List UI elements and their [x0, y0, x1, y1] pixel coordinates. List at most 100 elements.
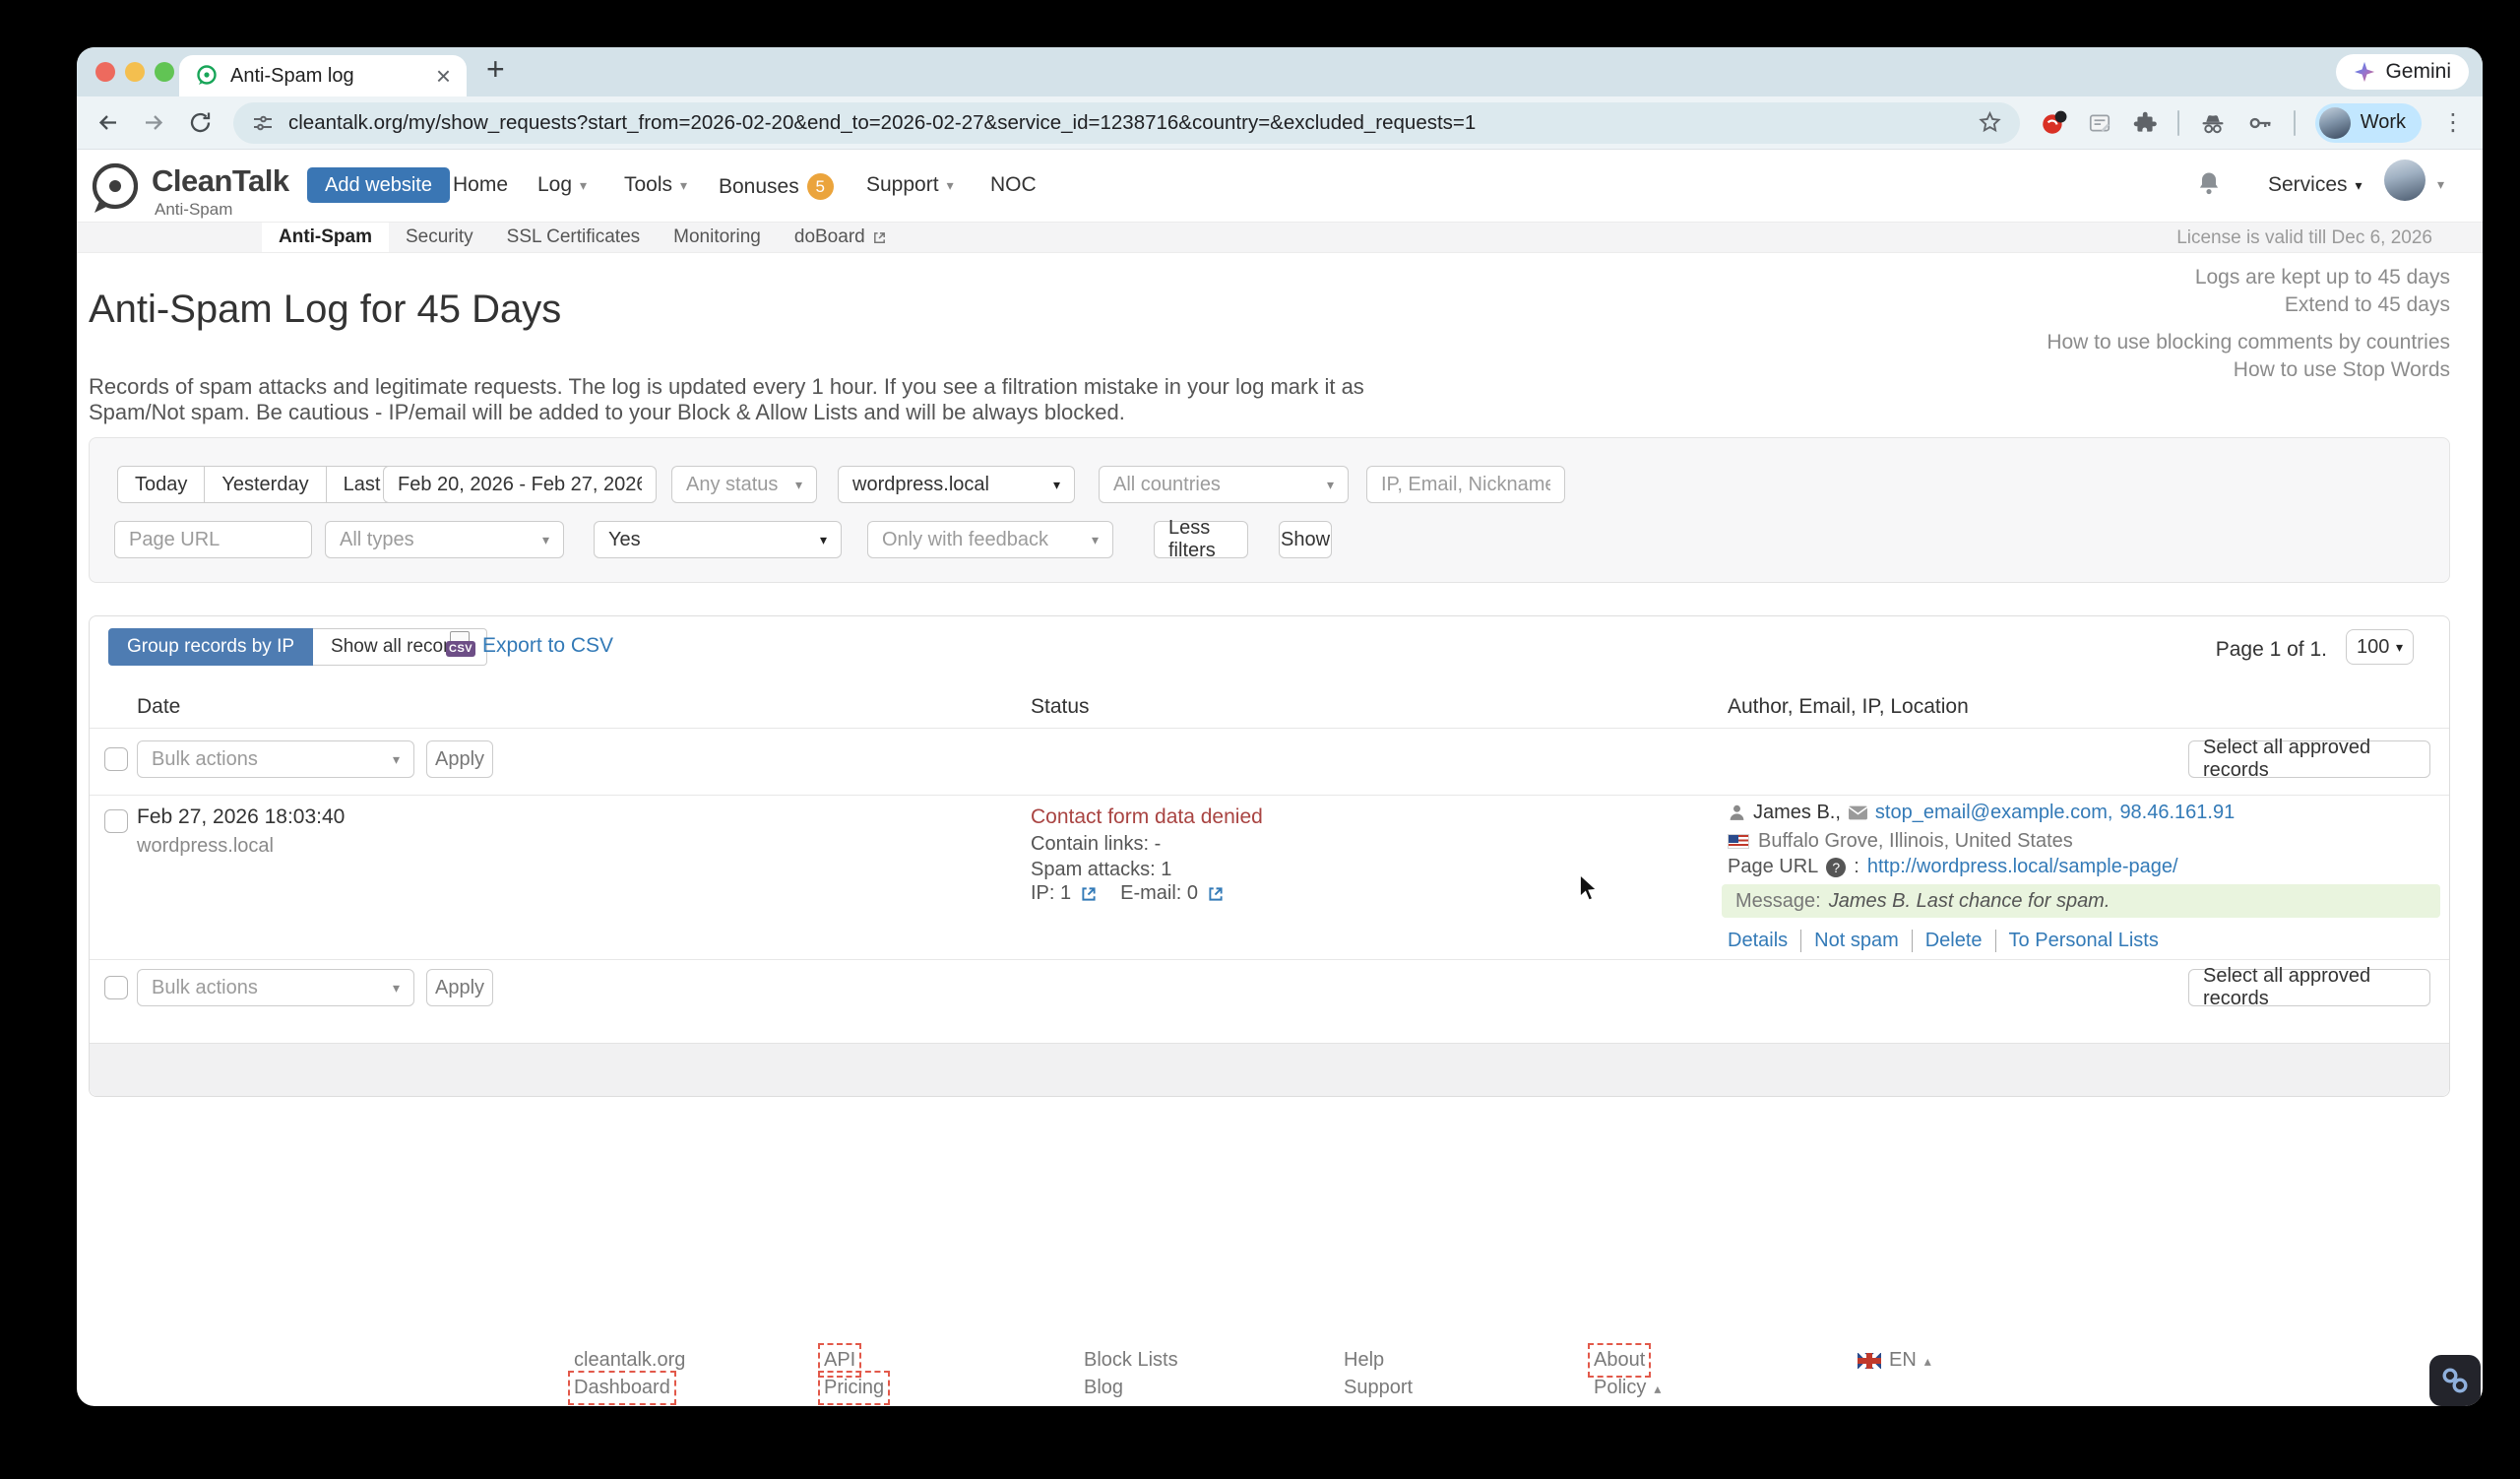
person-icon: [1728, 804, 1746, 822]
select-all-approved-button[interactable]: Select all approved records: [2188, 740, 2430, 778]
us-flag-icon: [1728, 834, 1749, 849]
export-csv-link[interactable]: CSV Export to CSV: [446, 631, 613, 661]
subnav-ssl-certificates[interactable]: SSL Certificates: [490, 223, 658, 252]
chevron-down-icon: ▾: [786, 478, 802, 491]
group-by-ip-button[interactable]: Group records by IP: [108, 628, 313, 666]
subnav-monitoring[interactable]: Monitoring: [657, 223, 778, 252]
footer-about-link[interactable]: About: [1594, 1349, 1645, 1372]
chevron-down-icon[interactable]: ▾: [2437, 177, 2444, 191]
page-url-input[interactable]: [114, 521, 312, 558]
adblock-extension-icon[interactable]: [2040, 109, 2067, 137]
password-key-icon[interactable]: [2246, 109, 2274, 137]
traffic-light-close[interactable]: [95, 62, 115, 82]
url-bar[interactable]: cleantalk.org/my/show_requests?start_fro…: [233, 102, 2020, 144]
record-ip-link[interactable]: 98.46.161.91: [2119, 802, 2235, 824]
chevron-up-icon: ▴: [1654, 1382, 1661, 1395]
apply-button[interactable]: Apply: [426, 740, 493, 778]
nav-tools[interactable]: Tools ▾: [624, 173, 687, 197]
chevron-down-icon: ▾: [1043, 478, 1060, 491]
csv-file-icon: CSV: [446, 631, 473, 661]
footer-support-link[interactable]: Support: [1344, 1377, 1413, 1399]
footer-cleantalk-link[interactable]: cleantalk.org: [574, 1349, 685, 1372]
help-icon[interactable]: ?: [1826, 858, 1846, 877]
footer-dashboard-link[interactable]: Dashboard: [574, 1377, 670, 1399]
brand-subtitle: Anti-Spam: [155, 200, 232, 220]
new-tab-button[interactable]: +: [486, 51, 505, 88]
footer-block-lists-link[interactable]: Block Lists: [1084, 1349, 1178, 1372]
subnav-doboard[interactable]: doBoard: [778, 223, 904, 252]
date-range-input[interactable]: [383, 466, 657, 503]
howto-stopwords-link[interactable]: How to use Stop Words: [2234, 358, 2450, 382]
details-link[interactable]: Details: [1728, 930, 1801, 952]
subnav-security[interactable]: Security: [389, 223, 490, 252]
brand-title[interactable]: CleanTalk: [152, 163, 289, 199]
subnav-anti-spam[interactable]: Anti-Spam: [262, 223, 389, 252]
today-button[interactable]: Today: [117, 466, 205, 503]
services-menu[interactable]: Services ▾: [2268, 173, 2362, 197]
website-select[interactable]: wordpress.local ▾: [838, 466, 1075, 503]
add-website-button[interactable]: Add website: [307, 167, 450, 203]
record-page-url-link[interactable]: http://wordpress.local/sample-page/: [1867, 856, 2178, 878]
browser-tab[interactable]: Anti-Spam log ×: [179, 55, 467, 96]
incognito-extension-icon[interactable]: [2199, 109, 2227, 137]
search-input[interactable]: [1366, 466, 1565, 503]
apply-button[interactable]: Apply: [426, 969, 493, 1006]
show-button[interactable]: Show: [1279, 521, 1332, 558]
howto-blocking-link[interactable]: How to use blocking comments by countrie…: [2047, 331, 2450, 354]
type-select[interactable]: All types ▾: [325, 521, 564, 558]
less-filters-button[interactable]: Less filters: [1154, 521, 1248, 558]
bulk-actions-select[interactable]: Bulk actions ▾: [137, 740, 414, 778]
traffic-light-minimize[interactable]: [125, 62, 145, 82]
external-link-icon[interactable]: [1080, 885, 1098, 903]
footer-blog-link[interactable]: Blog: [1084, 1377, 1123, 1399]
country-select[interactable]: All countries ▾: [1099, 466, 1349, 503]
record-email-count: E-mail: 0: [1120, 882, 1198, 905]
bulk-select-checkbox[interactable]: [104, 747, 128, 771]
bulk-select-checkbox[interactable]: [104, 976, 128, 999]
browser-menu-icon[interactable]: ⋮: [2441, 108, 2465, 137]
cleantalk-logo-icon[interactable]: [87, 160, 144, 224]
feedback-select[interactable]: Only with feedback ▾: [867, 521, 1113, 558]
language-selector[interactable]: EN ▴: [1858, 1349, 1931, 1372]
yesterday-button[interactable]: Yesterday: [204, 466, 326, 503]
bookmark-star-icon[interactable]: [1978, 110, 2002, 135]
reload-icon[interactable]: [187, 109, 214, 136]
to-personal-lists-link[interactable]: To Personal Lists: [1996, 930, 2172, 952]
record-date: Feb 27, 2026 18:03:40: [137, 805, 345, 829]
forward-icon[interactable]: [141, 109, 167, 136]
user-avatar[interactable]: [2384, 160, 2426, 201]
delete-link[interactable]: Delete: [1913, 930, 1996, 952]
link-widget-button[interactable]: [2429, 1355, 2481, 1406]
select-all-approved-button[interactable]: Select all approved records: [2188, 969, 2430, 1006]
external-link-icon[interactable]: [1207, 885, 1225, 903]
footer-api-link[interactable]: API: [824, 1349, 855, 1372]
per-page-select[interactable]: 100 ▾: [2346, 629, 2414, 665]
profile-button[interactable]: Work: [2315, 103, 2422, 143]
footer-pricing-link[interactable]: Pricing: [824, 1377, 884, 1399]
chevron-down-icon: ▾: [533, 533, 549, 547]
chevron-down-icon: ▾: [810, 533, 827, 547]
nav-support[interactable]: Support ▾: [866, 173, 954, 197]
notifications-bell-icon[interactable]: [2195, 169, 2223, 197]
nav-log[interactable]: Log ▾: [537, 173, 587, 197]
tab-strip: Anti-Spam log × + Gemini: [77, 47, 2483, 96]
nav-home[interactable]: Home: [453, 173, 508, 197]
spam-only-select[interactable]: Yes ▾: [594, 521, 842, 558]
extend-logs-link[interactable]: Extend to 45 days: [2285, 293, 2450, 317]
nav-noc[interactable]: NOC: [990, 173, 1037, 197]
extensions-puzzle-icon[interactable]: [2132, 110, 2158, 136]
gemini-button[interactable]: Gemini: [2336, 54, 2469, 90]
site-settings-icon[interactable]: [251, 111, 275, 135]
record-checkbox[interactable]: [104, 809, 128, 833]
not-spam-link[interactable]: Not spam: [1801, 930, 1913, 952]
footer-policy-link[interactable]: Policy ▴: [1594, 1377, 1661, 1399]
nav-bonuses[interactable]: Bonuses 5: [719, 173, 834, 200]
record-email-link[interactable]: stop_email@example.com,: [1875, 802, 2113, 824]
notes-extension-icon[interactable]: [2087, 110, 2112, 136]
bulk-actions-select[interactable]: Bulk actions ▾: [137, 969, 414, 1006]
tab-close-icon[interactable]: ×: [436, 63, 451, 89]
status-select[interactable]: Any status ▾: [671, 466, 817, 503]
footer-help-link[interactable]: Help: [1344, 1349, 1384, 1372]
traffic-light-zoom[interactable]: [155, 62, 174, 82]
back-icon[interactable]: [94, 109, 121, 136]
